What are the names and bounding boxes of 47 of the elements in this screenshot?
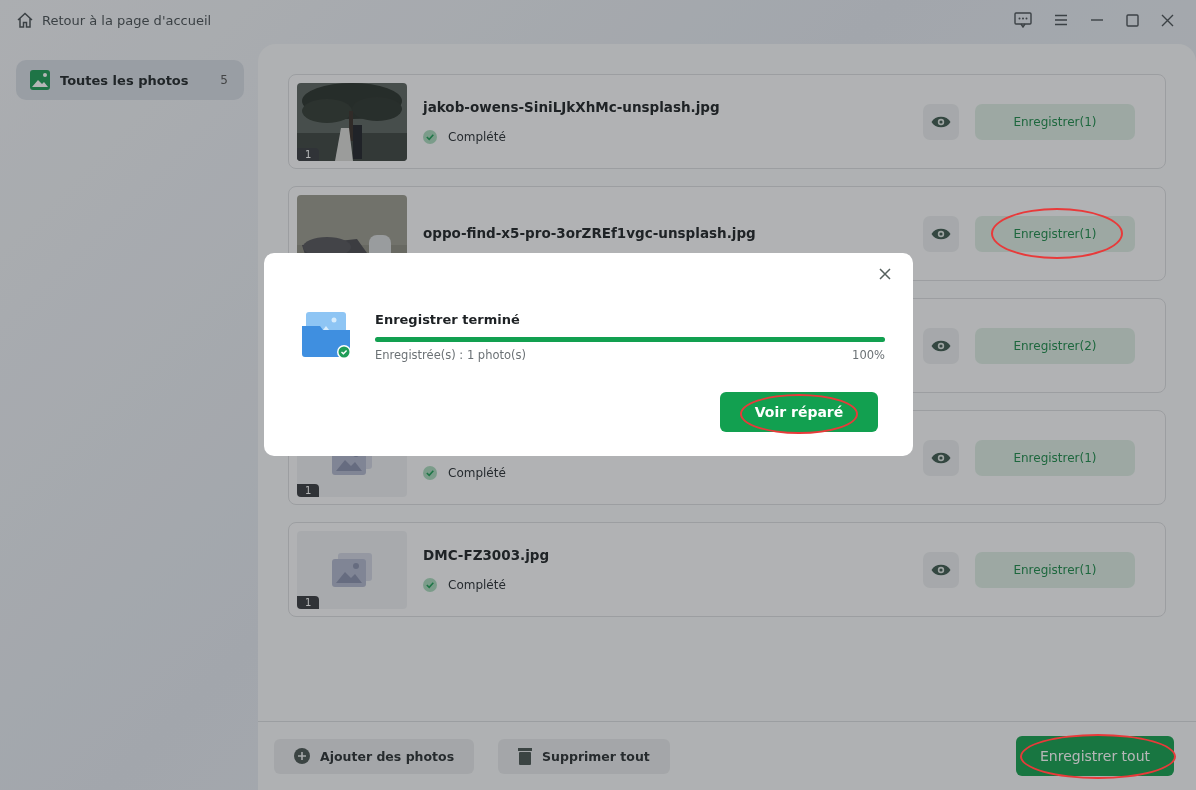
- add-photos-button[interactable]: Ajouter des photos: [274, 738, 475, 774]
- check-icon: [423, 578, 437, 592]
- status-text: Complété: [448, 130, 506, 144]
- sidebar-label: Toutes les photos: [60, 72, 190, 88]
- preview-button[interactable]: [923, 215, 959, 252]
- maximize-icon[interactable]: [1126, 13, 1139, 27]
- home-link[interactable]: Retour à la page d'accueil: [16, 11, 212, 29]
- minimize-icon[interactable]: [1090, 19, 1104, 21]
- folder-icon: [302, 312, 352, 360]
- save-button[interactable]: Enregistrer(1): [975, 439, 1135, 476]
- progress-caption: Enregistrée(s) : 1 photo(s): [375, 348, 526, 362]
- close-icon[interactable]: [879, 268, 891, 280]
- menu-icon[interactable]: [1054, 14, 1068, 26]
- file-name: jakob-owens-SiniLJkXhMc-unsplash.jpg: [423, 99, 721, 116]
- status-text: Complété: [448, 578, 506, 592]
- eye-icon: [931, 226, 951, 241]
- eye-icon: [931, 338, 951, 353]
- file-name: oppo-find-x5-pro-3orZREf1vgc-unsplash.jpg: [423, 225, 757, 242]
- photo-count: 5: [220, 73, 228, 87]
- save-button[interactable]: Enregistrer(1): [975, 215, 1135, 252]
- status-text: Complété: [448, 466, 506, 480]
- delete-all-button[interactable]: Supprimer tout: [498, 738, 670, 774]
- image-icon: [332, 552, 372, 587]
- eye-icon: [931, 114, 951, 129]
- file-name: DMC-FZ3003.jpg: [423, 547, 551, 564]
- preview-button[interactable]: [923, 327, 959, 364]
- save-all-button[interactable]: Enregistrer tout: [1016, 736, 1174, 776]
- feedback-icon[interactable]: [1014, 12, 1032, 28]
- save-button[interactable]: Enregistrer(2): [975, 327, 1135, 364]
- eye-icon: [931, 450, 951, 465]
- eye-icon: [931, 562, 951, 577]
- save-button[interactable]: Enregistrer(1): [975, 103, 1135, 140]
- sidebar-item[interactable]: Toutes les photos 5: [16, 60, 244, 100]
- check-icon: [423, 466, 437, 480]
- dialog-title: Enregistrer terminé: [375, 312, 521, 327]
- close-icon[interactable]: [1161, 13, 1174, 27]
- photo-icon: [30, 70, 50, 90]
- home-icon: [16, 11, 34, 29]
- preview-button[interactable]: [923, 439, 959, 476]
- save-button[interactable]: Enregistrer(1): [975, 551, 1135, 588]
- preview-button[interactable]: [923, 551, 959, 588]
- preview-button[interactable]: [923, 103, 959, 140]
- check-icon: [423, 130, 437, 144]
- view-repaired-button[interactable]: Voir réparé: [720, 392, 878, 432]
- progress-percent: 100%: [852, 348, 885, 362]
- trash-icon: [518, 747, 533, 765]
- plus-icon: [294, 748, 310, 764]
